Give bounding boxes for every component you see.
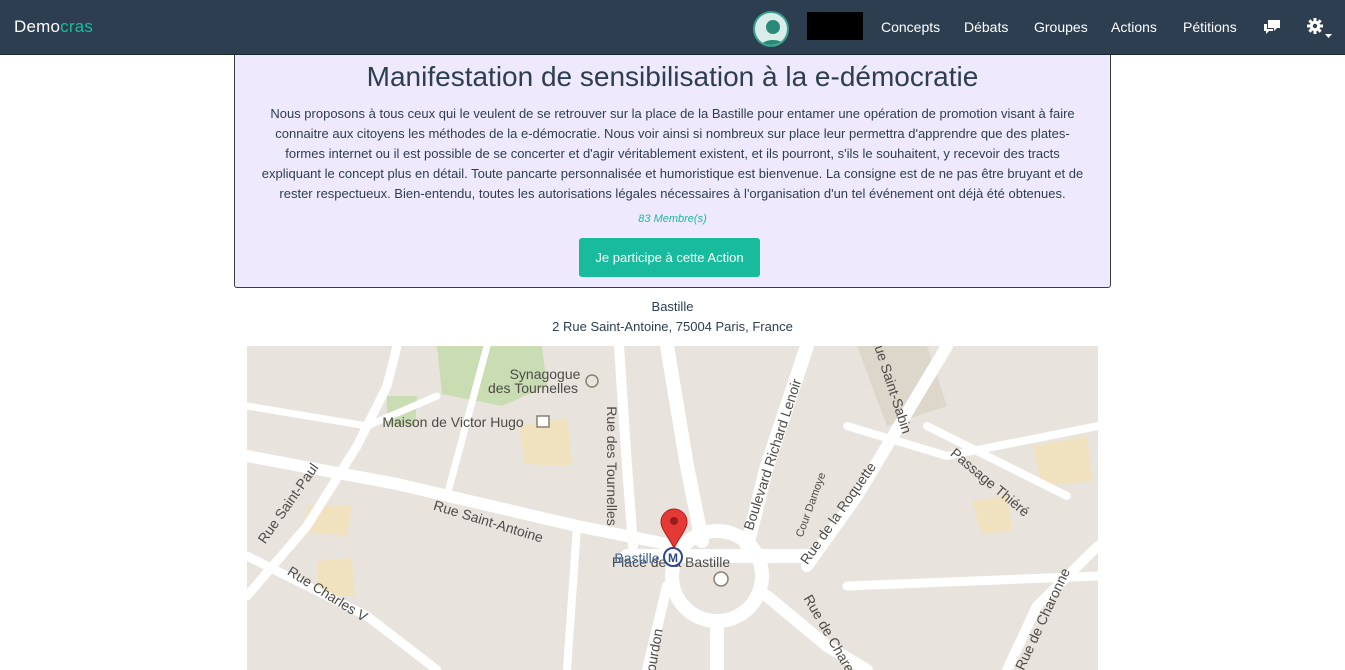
- map-label-victor-hugo: Maison de Victor Hugo: [382, 414, 524, 430]
- members-number: 83: [638, 213, 651, 225]
- nav-actions[interactable]: Actions: [1111, 19, 1157, 35]
- nav-petitions[interactable]: Pétitions: [1183, 19, 1237, 35]
- user-silhouette-icon: [760, 20, 786, 45]
- brand-logo[interactable]: Democras: [14, 17, 93, 37]
- join-action-button[interactable]: Je participe à cette Action: [579, 238, 760, 277]
- location-address: 2 Rue Saint-Antoine, 75004 Paris, France: [552, 319, 793, 334]
- location-map[interactable]: Synagogue des Tournelles Maison de Victo…: [247, 346, 1098, 670]
- members-count: 83 Membre(s): [235, 213, 1110, 225]
- metro-icon: M: [663, 547, 683, 567]
- action-panel: Manifestation de sensibilisation à la e-…: [234, 55, 1111, 288]
- redacted-username: [807, 12, 863, 40]
- brand-name-part2: cras: [60, 17, 94, 36]
- action-description: Nous proposons à tous ceux qui le veulen…: [261, 106, 1084, 201]
- chat-icon[interactable]: [1263, 19, 1281, 40]
- navbar: Democras Concepts Débats Groupes Actions…: [0, 0, 1345, 55]
- nav-debats[interactable]: Débats: [964, 19, 1008, 35]
- monument-icon: [713, 571, 729, 587]
- action-title: Manifestation de sensibilisation à la e-…: [366, 61, 979, 92]
- members-label: Membre(s): [653, 213, 707, 225]
- nav-groupes[interactable]: Groupes: [1034, 19, 1088, 35]
- caret-down-icon[interactable]: [1325, 25, 1332, 43]
- user-avatar[interactable]: [753, 11, 789, 47]
- nav-concepts[interactable]: Concepts: [881, 19, 940, 35]
- svg-text:M: M: [668, 551, 678, 565]
- map-label-bastille-station: Bastille: [614, 550, 659, 566]
- gear-icon[interactable]: [1307, 18, 1323, 39]
- location-name: Bastille: [651, 299, 694, 314]
- map-label-synagogue-2: des Tournelles: [488, 380, 578, 396]
- brand-name-part1: Demo: [14, 17, 61, 36]
- map-label-rue-tournelles: Rue des Tournelles: [604, 406, 620, 526]
- museum-icon: [536, 415, 550, 428]
